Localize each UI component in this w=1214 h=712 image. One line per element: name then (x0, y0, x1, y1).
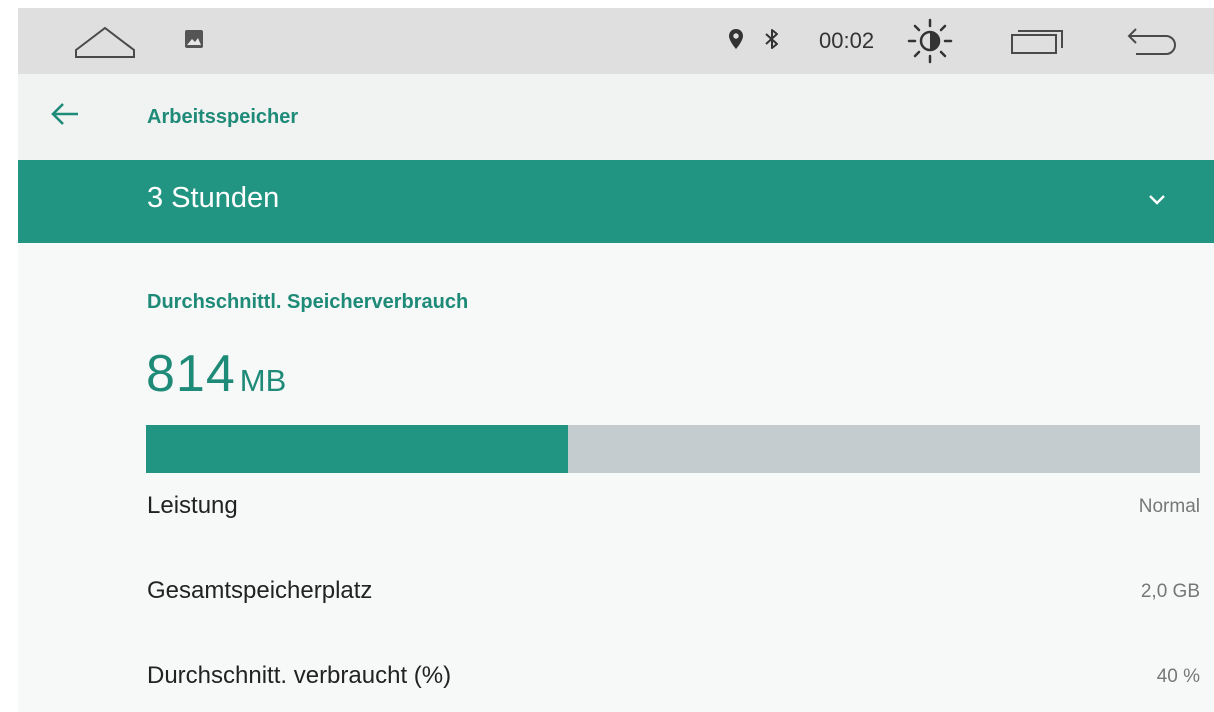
memory-usage-value: 814 (146, 345, 236, 403)
app-bar: Arbeitsspeicher (18, 74, 1214, 160)
detail-value-performance: Normal (1138, 496, 1200, 517)
gallery-icon[interactable] (184, 29, 204, 49)
memory-usage-bar (146, 425, 1200, 473)
arrow-left-icon[interactable] (50, 102, 80, 126)
back-icon[interactable] (1118, 26, 1178, 58)
screen: 00:02 Arbeitsspeicher 3 Stunden Durchsch… (18, 8, 1214, 712)
brightness-icon[interactable] (907, 18, 953, 64)
bluetooth-icon (764, 27, 780, 51)
detail-label-average-used: Durchschnitt. verbraucht (%) (147, 662, 452, 689)
chevron-down-icon (1146, 192, 1168, 208)
home-icon[interactable] (72, 22, 138, 62)
system-bar: 00:02 (18, 8, 1214, 74)
status-clock: 00:02 (819, 28, 875, 53)
period-dropdown[interactable]: 3 Stunden (18, 160, 1214, 243)
period-selected-value: 3 Stunden (147, 182, 280, 214)
detail-value-total-memory: 2,0 GB (1140, 581, 1200, 602)
detail-label-performance: Leistung (147, 492, 238, 519)
memory-usage-unit: MB (239, 363, 287, 398)
recents-icon[interactable] (1008, 26, 1068, 56)
location-icon (728, 28, 744, 50)
memory-usage: 814 MB (146, 344, 286, 404)
page-title: Arbeitsspeicher (147, 106, 299, 128)
detail-label-total-memory: Gesamtspeicherplatz (147, 577, 373, 604)
detail-value-average-used: 40 % (1156, 666, 1200, 687)
section-title: Durchschnittl. Speicherverbrauch (147, 291, 469, 313)
memory-usage-bar-fill (146, 425, 568, 473)
